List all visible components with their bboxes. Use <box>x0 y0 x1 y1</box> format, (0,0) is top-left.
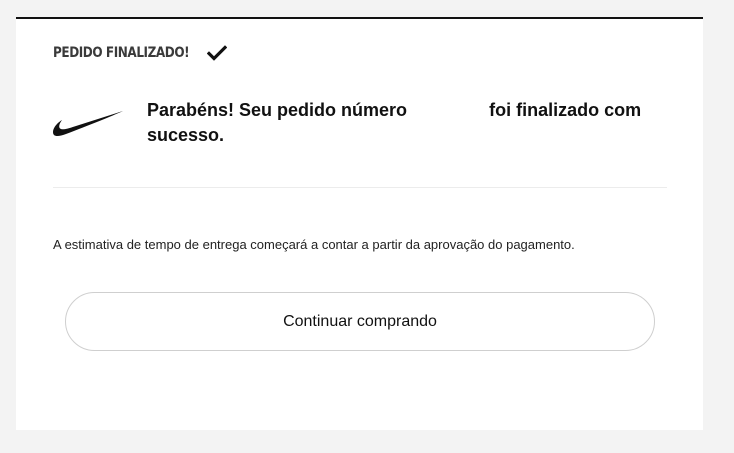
message-prefix: Parabéns! Seu pedido número <box>147 100 408 120</box>
divider <box>53 187 667 188</box>
check-icon <box>207 45 228 61</box>
continue-shopping-button[interactable]: Continuar comprando <box>65 292 655 351</box>
order-number <box>412 101 485 119</box>
success-message: Parabéns! Seu pedido número foi finaliza… <box>147 98 667 148</box>
nike-swoosh-logo <box>53 111 123 137</box>
delivery-estimate-text: A estimativa de tempo de entrega começar… <box>53 237 575 252</box>
order-status: PEDIDO FINALIZADO! <box>53 45 228 61</box>
order-confirmation-card: PEDIDO FINALIZADO! Parabéns! Seu pedido … <box>16 17 703 430</box>
status-title: PEDIDO FINALIZADO! <box>53 45 190 61</box>
